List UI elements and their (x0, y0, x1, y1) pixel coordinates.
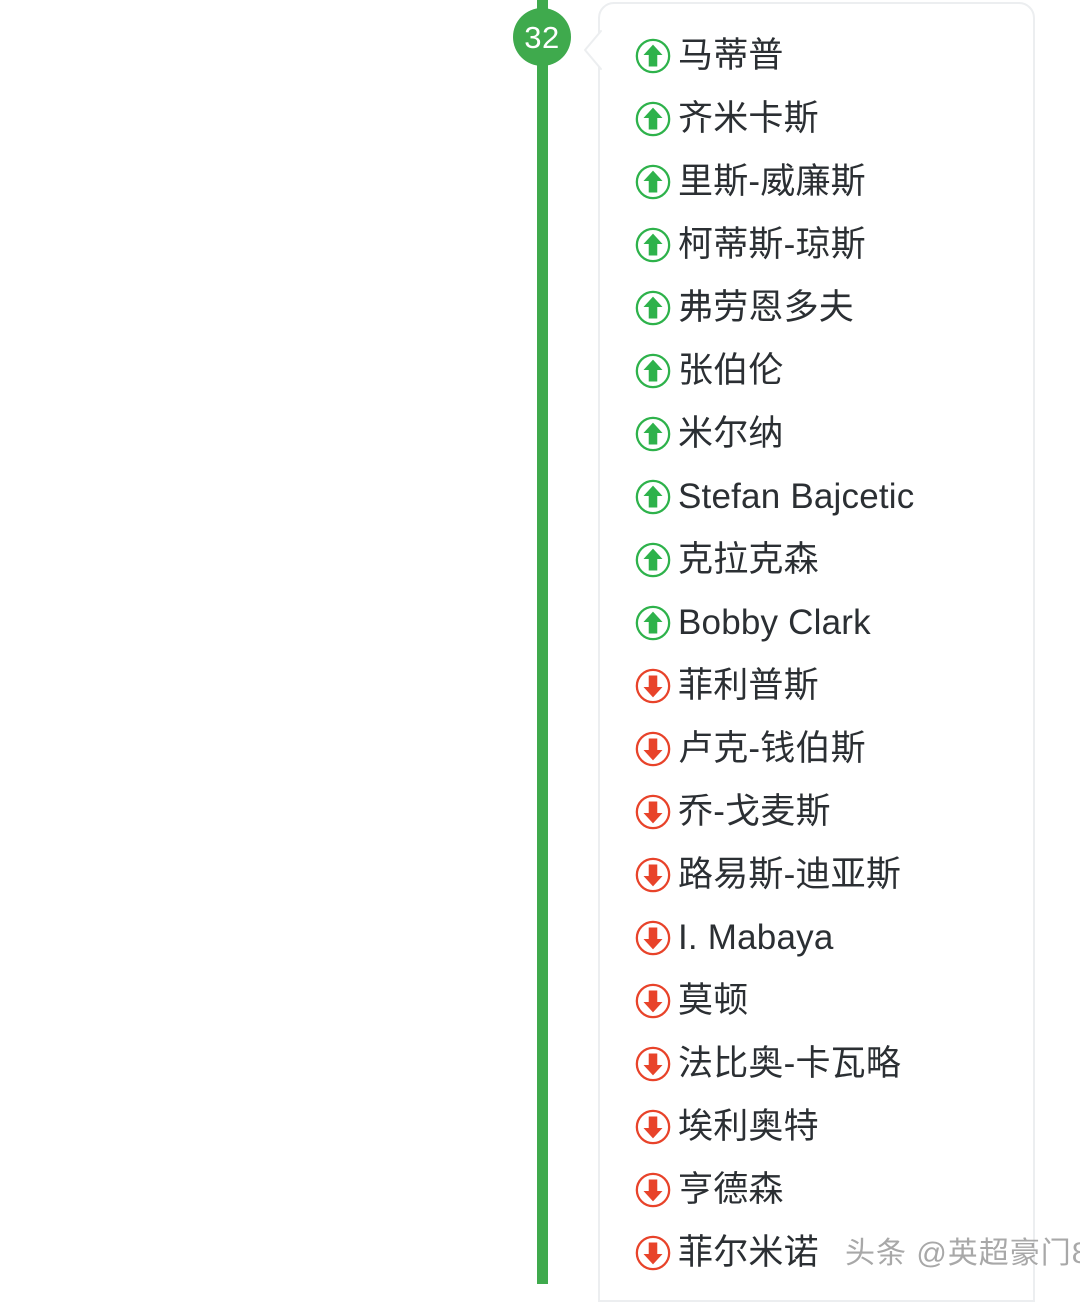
timeline-rail (537, 0, 548, 1284)
minute-badge-label: 32 (524, 19, 560, 55)
player-name: I. Mabaya (678, 918, 834, 957)
arrow-down-circle-icon (635, 983, 671, 1018)
substitution-row: 莫顿 (634, 969, 1034, 1032)
substitution-row: 埃利奥特 (634, 1095, 1034, 1158)
arrow-up-circle-icon (635, 353, 671, 388)
player-name: 齐米卡斯 (678, 99, 819, 138)
arrow-down-circle-icon (635, 1109, 671, 1144)
arrow-up-circle-icon (635, 227, 671, 262)
substitution-row: 路易斯-迪亚斯 (634, 843, 1034, 906)
player-name: Bobby Clark (678, 603, 871, 642)
player-name: Stefan Bajcetic (678, 477, 915, 516)
arrow-up-circle-icon (635, 605, 671, 640)
arrow-up-circle-icon (635, 416, 671, 451)
arrow-down-circle-icon (635, 1046, 671, 1081)
player-name: 亨德森 (678, 1170, 784, 1209)
player-name: 里斯-威廉斯 (678, 162, 866, 201)
player-name: 弗劳恩多夫 (678, 288, 855, 327)
player-name: 马蒂普 (678, 36, 784, 75)
substitution-row: Stefan Bajcetic (634, 465, 1034, 528)
minute-badge: 32 (513, 8, 571, 66)
card-tail-pointer (584, 30, 602, 70)
player-name: 菲利普斯 (678, 666, 819, 705)
substitution-row: 张伯伦 (634, 339, 1034, 402)
arrow-up-circle-icon (635, 101, 671, 136)
substitution-row: 马蒂普 (634, 24, 1034, 87)
player-name: 克拉克森 (678, 540, 819, 579)
substitution-row: 弗劳恩多夫 (634, 276, 1034, 339)
substitution-row: 法比奥-卡瓦略 (634, 1032, 1034, 1095)
player-name: 菲尔米诺 (678, 1233, 819, 1272)
arrow-up-circle-icon (635, 479, 671, 514)
arrow-down-circle-icon (635, 857, 671, 892)
arrow-up-circle-icon (635, 164, 671, 199)
player-name: 米尔纳 (678, 414, 784, 453)
arrow-up-circle-icon (635, 290, 671, 325)
substitution-row: 柯蒂斯-琼斯 (634, 213, 1034, 276)
substitution-list: 马蒂普齐米卡斯里斯-威廉斯 柯蒂斯-琼斯 弗劳恩多夫张伯伦米尔纳 Stefan Baj… (634, 24, 1034, 1284)
substitution-row: 卢克-钱伯斯 (634, 717, 1034, 780)
player-name: 莫顿 (678, 981, 749, 1020)
arrow-down-circle-icon (635, 731, 671, 766)
arrow-down-circle-icon (635, 920, 671, 955)
arrow-up-circle-icon (635, 542, 671, 577)
arrow-down-circle-icon (635, 794, 671, 829)
substitution-row: Bobby Clark (634, 591, 1034, 654)
substitution-row: I. Mabaya (634, 906, 1034, 969)
substitution-row: 里斯-威廉斯 (634, 150, 1034, 213)
player-name: 法比奥-卡瓦略 (678, 1044, 902, 1083)
player-name: 张伯伦 (678, 351, 784, 390)
substitution-row: 亨德森 (634, 1158, 1034, 1221)
publisher-watermark: 头条 @英超豪门8 (845, 1237, 1080, 1270)
substitution-row: 菲利普斯 (634, 654, 1034, 717)
arrow-down-circle-icon (635, 1172, 671, 1207)
substitution-row: 乔-戈麦斯 (634, 780, 1034, 843)
player-name: 埃利奥特 (678, 1107, 819, 1146)
player-name: 路易斯-迪亚斯 (678, 855, 902, 894)
substitution-row: 克拉克森 (634, 528, 1034, 591)
player-name: 乔-戈麦斯 (678, 792, 831, 831)
arrow-up-circle-icon (635, 38, 671, 73)
arrow-down-circle-icon (635, 1235, 671, 1270)
substitution-row: 齐米卡斯 (634, 87, 1034, 150)
player-name: 柯蒂斯-琼斯 (678, 225, 866, 264)
player-name: 卢克-钱伯斯 (678, 729, 866, 768)
substitution-row: 米尔纳 (634, 402, 1034, 465)
arrow-down-circle-icon (635, 668, 671, 703)
